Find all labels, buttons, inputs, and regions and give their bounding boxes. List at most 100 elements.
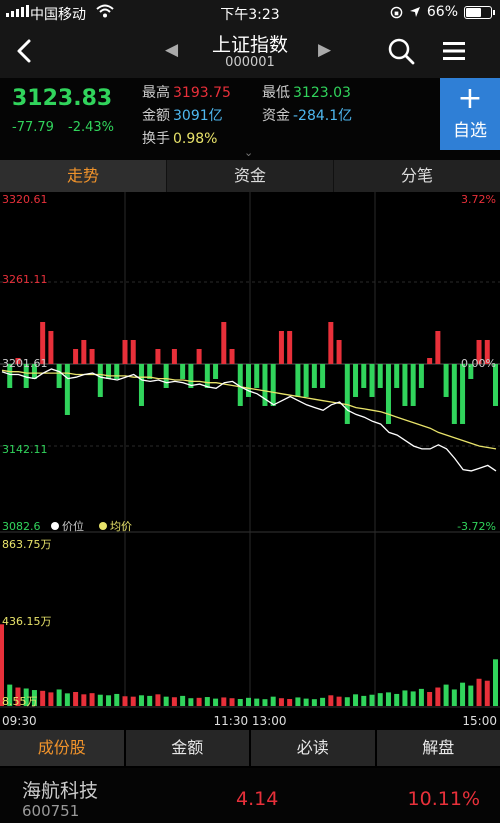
high-stat: 最高 3193.75 bbox=[142, 82, 231, 102]
tab-amount[interactable]: 金额 bbox=[125, 730, 251, 766]
stock-price: 4.14 bbox=[236, 788, 279, 810]
flow-bar-up bbox=[196, 348, 202, 364]
high-label: 最高 bbox=[142, 85, 170, 101]
time-label-midday: 11:30 13:00 bbox=[214, 714, 287, 728]
chart-tabs: 走势 资金 分笔 bbox=[0, 160, 500, 192]
flow-bar-down bbox=[213, 363, 219, 379]
volume-bar-up bbox=[89, 693, 95, 706]
flow-bar-down bbox=[295, 363, 301, 397]
page-title: 上证指数 bbox=[211, 34, 288, 56]
search-icon[interactable] bbox=[386, 36, 416, 66]
low-value: 3123.03 bbox=[293, 85, 351, 101]
turnover-stat: 换手 0.98% bbox=[142, 128, 217, 148]
volume-bar-down bbox=[460, 682, 466, 706]
amount-value: 3091亿 bbox=[173, 108, 223, 124]
volume-bar-down bbox=[295, 697, 301, 706]
volume-axis-max: 863.75万 bbox=[2, 538, 52, 551]
turnover-value: 0.98% bbox=[173, 131, 218, 147]
volume-bar-up bbox=[336, 696, 342, 706]
volume-axis-min: 8.55万 bbox=[2, 695, 38, 708]
volume-bar-down bbox=[311, 699, 317, 706]
next-stock-icon[interactable]: ▶ bbox=[318, 40, 331, 60]
volume-bar-up bbox=[73, 691, 79, 706]
flow-bar-up bbox=[48, 330, 54, 364]
volume-bar-down bbox=[303, 698, 309, 706]
flow-bar-up bbox=[81, 339, 87, 364]
flow-bar-down bbox=[180, 363, 186, 379]
tab-trend[interactable]: 走势 bbox=[0, 160, 167, 192]
flow-bar-down bbox=[114, 363, 120, 379]
flow-bar-down bbox=[97, 363, 103, 397]
battery-icon bbox=[464, 5, 495, 19]
status-bar: 中国移动 下午3:23 66% bbox=[0, 0, 500, 26]
volume-bar-up bbox=[122, 696, 128, 706]
menu-icon[interactable] bbox=[440, 38, 468, 64]
tab-analysis[interactable]: 解盘 bbox=[376, 730, 500, 766]
volume-bar-down bbox=[394, 693, 400, 706]
tab-must-read[interactable]: 必读 bbox=[251, 730, 377, 766]
volume-bar-down bbox=[147, 695, 153, 706]
list-item[interactable]: 海航科技 600751 4.14 10.11% bbox=[0, 768, 500, 823]
volume-bar-down bbox=[451, 689, 457, 706]
volume-bar-up bbox=[81, 694, 87, 706]
stock-code: 600751 bbox=[22, 802, 80, 820]
volume-bar-down bbox=[56, 689, 62, 706]
volume-bar-up bbox=[328, 695, 334, 706]
volume-bar-down bbox=[410, 691, 416, 706]
tab-fund[interactable]: 资金 bbox=[167, 160, 334, 192]
volume-axis-mid: 436.15万 bbox=[2, 615, 52, 628]
volume-bar-up bbox=[40, 690, 46, 706]
plus-icon: + bbox=[457, 81, 483, 116]
volume-bar-up bbox=[48, 692, 54, 706]
flow-bar-down bbox=[64, 363, 70, 415]
volume-bar-down bbox=[443, 684, 449, 706]
flow-bar-down bbox=[344, 363, 350, 424]
flow-bar-up bbox=[427, 357, 433, 364]
flow-bar-down bbox=[311, 363, 317, 388]
flow-bar-up bbox=[435, 330, 441, 364]
flow-bar-up bbox=[122, 339, 128, 364]
stock-change-pct: 10.11% bbox=[407, 788, 480, 810]
flow-bar-up bbox=[278, 330, 284, 364]
volume-bar-down bbox=[369, 694, 375, 706]
bottom-tabs: 成份股 金额 必读 解盘 bbox=[0, 730, 500, 766]
volume-bar-down bbox=[468, 685, 474, 706]
intraday-chart[interactable]: 3320.61 3261.11 3201.61 3142.11 3082.6 3… bbox=[0, 192, 500, 730]
low-label: 最低 bbox=[262, 85, 290, 101]
fund-label: 资金 bbox=[262, 108, 290, 124]
flow-bar-up bbox=[336, 339, 342, 364]
expand-chevron-icon[interactable]: ⌄ bbox=[244, 146, 253, 159]
flow-bar-down bbox=[320, 363, 326, 388]
price-change-pct: -2.43% bbox=[68, 120, 114, 135]
flow-bar-down bbox=[106, 363, 112, 379]
amount-label: 金额 bbox=[142, 108, 170, 124]
flow-bar-down bbox=[369, 363, 375, 397]
amount-stat: 金额 3091亿 bbox=[142, 105, 223, 125]
legend-avg-marker bbox=[99, 522, 107, 530]
volume-bar-down bbox=[402, 690, 408, 706]
flow-bar-down bbox=[303, 363, 309, 397]
battery-percent: 66% bbox=[426, 4, 458, 20]
stock-name: 海航科技 bbox=[22, 780, 99, 802]
time-label-close: 15:00 bbox=[462, 714, 497, 728]
volume-bar-down bbox=[270, 696, 276, 706]
fund-value: -284.1亿 bbox=[293, 108, 353, 124]
flow-bar-down bbox=[451, 363, 457, 424]
volume-bar-down bbox=[138, 695, 144, 706]
volume-bar-down bbox=[344, 697, 350, 706]
legend-price-marker bbox=[51, 522, 59, 530]
volume-bar-up bbox=[476, 678, 482, 706]
add-favorite-button[interactable]: + 自选 bbox=[440, 78, 500, 150]
volume-bar-down bbox=[114, 693, 120, 706]
volume-bar-up bbox=[229, 698, 235, 706]
tab-components[interactable]: 成份股 bbox=[0, 730, 126, 766]
price-axis-upper: 3261.11 bbox=[2, 273, 48, 286]
flow-bar-down bbox=[394, 363, 400, 388]
quote-panel: 3123.83 -77.79 -2.43% 最高 3193.75 最低 3123.0… bbox=[0, 78, 500, 160]
turnover-label: 换手 bbox=[142, 131, 170, 147]
fund-stat: 资金 -284.1亿 bbox=[262, 105, 352, 125]
tab-tick[interactable]: 分笔 bbox=[334, 160, 500, 192]
flow-bar-up bbox=[171, 348, 177, 364]
favorite-label: 自选 bbox=[453, 121, 487, 141]
price-change: -77.79 bbox=[12, 120, 54, 135]
